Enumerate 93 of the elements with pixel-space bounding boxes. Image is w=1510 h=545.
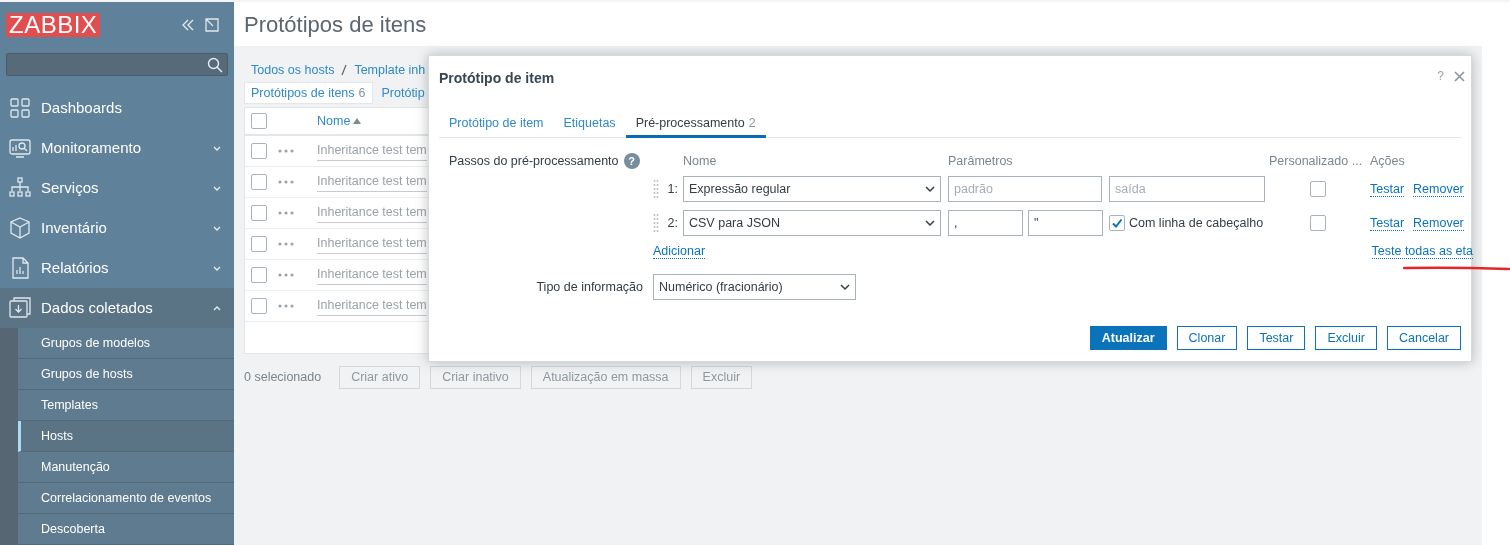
dialog-title: Protótipo de item [439, 69, 555, 88]
expand-icon [204, 17, 220, 33]
close-icon [1454, 70, 1465, 82]
test-all-link[interactable]: Teste todas as eta [1371, 243, 1473, 259]
submenu-item[interactable]: Grupos de modelos [18, 328, 234, 359]
submenu-item[interactable]: Correlacionamento de eventos [18, 483, 234, 514]
cube-icon [9, 217, 31, 239]
column-header[interactable]: Nome [317, 111, 363, 131]
action-link[interactable]: Testar [1370, 215, 1405, 231]
checkbox[interactable] [251, 267, 267, 283]
tab[interactable]: Protótipo de item [439, 108, 554, 138]
menu-item[interactable]: Dashboards [0, 88, 234, 128]
submenu-item[interactable]: Templates [18, 390, 234, 421]
field-label: Passos do pré-processamento [449, 152, 619, 170]
checkbox[interactable] [251, 236, 267, 252]
drag-handle-icon [653, 213, 659, 233]
more-icon [278, 180, 294, 184]
menu-item[interactable]: Relatórios [0, 248, 234, 288]
action-link[interactable]: Remover [1413, 181, 1464, 197]
tab[interactable]: Protótipos de itens 6 [244, 82, 373, 104]
separator-icon [341, 64, 348, 76]
column-header: Parâmetros [948, 152, 1014, 170]
help-icon[interactable]: ? [623, 153, 640, 169]
item-link[interactable]: Inheritance test tem [317, 265, 427, 285]
checkbox-label: Com linha de cabeçalho [1129, 214, 1264, 232]
item-link[interactable]: Inheritance test tem [317, 172, 427, 192]
hierarchy-icon [9, 177, 31, 199]
select-field[interactable]: Expressão regular [683, 176, 941, 202]
submenu-item[interactable]: Descoberta [18, 514, 234, 545]
select-all-checkbox[interactable] [251, 113, 267, 129]
item-link[interactable]: Inheritance test tem [317, 141, 427, 161]
more-icon [278, 211, 294, 215]
action-link[interactable]: Remover [1413, 215, 1464, 231]
step-number: 1: [666, 180, 678, 198]
submenu-item[interactable]: Grupos de hosts [18, 359, 234, 390]
monitor-icon [9, 137, 31, 159]
menu-item[interactable]: Serviços [0, 168, 234, 208]
dialog-button[interactable]: Excluir [1315, 326, 1377, 350]
input-field[interactable]: saída [1109, 176, 1265, 202]
dialog-button[interactable]: Testar [1247, 326, 1306, 350]
search-icon [207, 56, 223, 73]
item-link[interactable]: Inheritance test tem [317, 203, 427, 223]
drag-handle-icon [653, 179, 659, 199]
collapse-icon [180, 17, 196, 33]
checkbox[interactable] [251, 205, 267, 221]
chevron-icon [840, 283, 850, 291]
submenu-item[interactable]: Hosts [18, 421, 234, 452]
checkbox[interactable] [251, 298, 267, 314]
more-icon [278, 149, 294, 153]
dialog-button[interactable]: Clonar [1176, 326, 1238, 350]
download-icon [9, 297, 31, 319]
tab[interactable]: Protótip [375, 82, 431, 104]
item-link[interactable]: Inheritance test tem [317, 234, 427, 254]
checkbox[interactable] [251, 174, 267, 190]
input-field[interactable]: " [1028, 210, 1103, 236]
more-icon [278, 242, 294, 246]
menu-item[interactable]: Inventário [0, 208, 234, 248]
tab[interactable]: Pré-processamento 2 [625, 108, 766, 138]
column-header: Ações [1370, 152, 1405, 170]
input-field[interactable]: padrão [948, 176, 1102, 202]
breadcrumb-link[interactable]: Todos os hosts [251, 60, 335, 80]
action-link[interactable]: Testar [1370, 181, 1405, 197]
select-field[interactable]: Numérico (fracionário) [653, 274, 856, 300]
dashboard-icon [9, 97, 31, 119]
more-icon [278, 304, 294, 308]
column-header: Nome [683, 152, 718, 170]
column-header: Personalizado ... [1269, 152, 1364, 170]
field-label: Tipo de informação [535, 278, 644, 296]
select-field[interactable]: CSV para JSON [683, 210, 941, 236]
search-field[interactable] [6, 53, 228, 76]
chevron-icon [925, 219, 935, 227]
report-icon [9, 257, 31, 279]
dialog-button[interactable]: Cancelar [1386, 326, 1461, 350]
selection-count: 0 selecionado [244, 369, 322, 387]
step-number: 2: [666, 214, 678, 232]
logo: ZABBIX [6, 13, 101, 37]
breadcrumb-link[interactable]: Template inh [354, 60, 426, 80]
add-link[interactable]: Adicionar [653, 243, 706, 259]
help-link[interactable]: ? [1437, 67, 1444, 85]
menu-item[interactable]: Monitoramento [0, 128, 234, 168]
checkbox[interactable] [1109, 215, 1125, 231]
more-icon [278, 273, 294, 277]
tab[interactable]: Etiquetas [553, 108, 626, 138]
input-field[interactable]: , [948, 210, 1023, 236]
menu-item[interactable]: Dados coletados [0, 288, 234, 328]
item-link[interactable]: Inheritance test tem [317, 296, 427, 316]
chevron-icon [925, 185, 935, 193]
checkbox[interactable] [251, 143, 267, 159]
checkbox[interactable] [1309, 181, 1326, 197]
checkbox[interactable] [1309, 215, 1326, 231]
page-title: Protótipos de itens [244, 10, 427, 39]
submenu-item[interactable]: Manutenção [18, 452, 234, 483]
dialog-button[interactable]: Atualizar [1089, 326, 1167, 350]
